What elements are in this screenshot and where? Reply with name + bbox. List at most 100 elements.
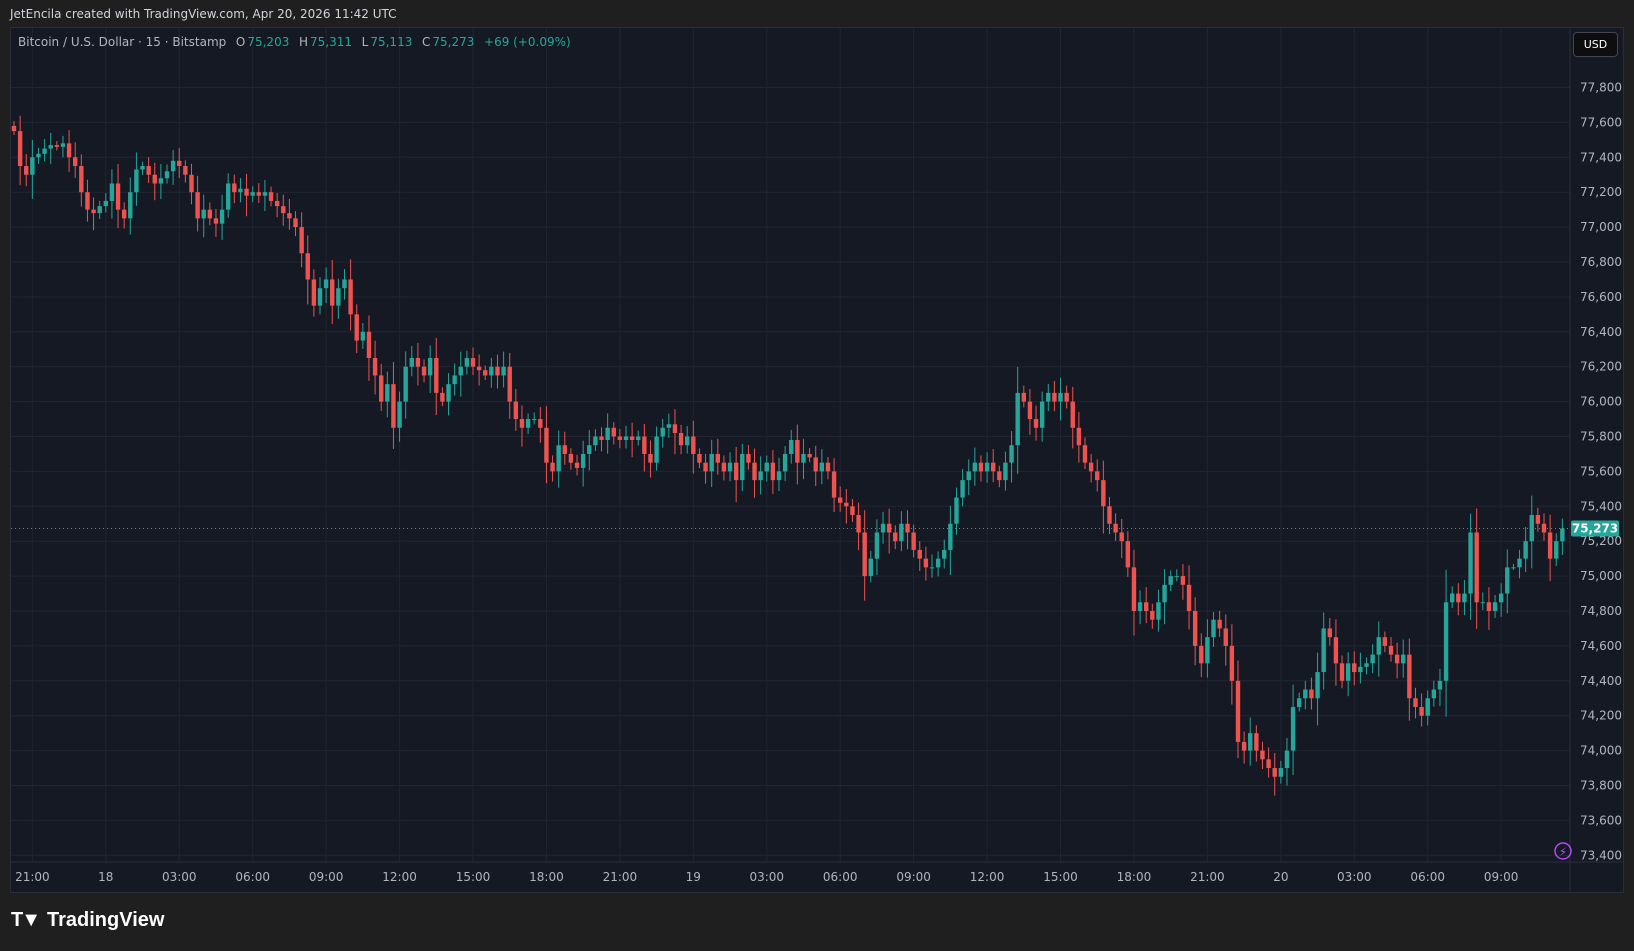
- candle-up: [409, 357, 414, 367]
- candle-down: [997, 471, 1002, 481]
- candle-down: [79, 166, 84, 193]
- candle-up: [960, 480, 965, 498]
- candle-up: [1015, 392, 1020, 446]
- candle-up: [1003, 462, 1008, 481]
- candle-up: [1443, 602, 1449, 681]
- price-tick-label: 76,200: [1580, 360, 1622, 374]
- candle-down: [1144, 602, 1149, 611]
- low-label: L: [361, 35, 369, 49]
- candle-down: [287, 213, 292, 219]
- high-label: H: [298, 35, 309, 49]
- tradingview-logo[interactable]: T▼ TradingView: [11, 909, 164, 932]
- candle-up: [1321, 628, 1326, 673]
- price-tick-label: 76,800: [1580, 255, 1622, 269]
- time-tick-label: 03:00: [1337, 870, 1372, 884]
- candle-down: [1419, 706, 1424, 716]
- candle-up: [446, 384, 451, 402]
- candle-up: [427, 357, 433, 376]
- candle-down: [733, 462, 739, 481]
- symbol-legend: Bitcoin / U.S. Dollar · 15 · Bitstamp O7…: [18, 35, 573, 49]
- candle-up: [103, 200, 108, 207]
- candle-down: [1107, 506, 1112, 524]
- candle-down: [281, 206, 286, 214]
- candle-up: [385, 384, 390, 402]
- candle-down: [379, 375, 384, 402]
- candle-down: [752, 462, 757, 481]
- candle-up: [929, 567, 935, 569]
- candle-up: [403, 366, 408, 402]
- candle-down: [1382, 637, 1388, 646]
- candle-up: [97, 206, 102, 214]
- time-tick-label: 06:00: [235, 870, 270, 884]
- candle-down: [1407, 654, 1412, 699]
- candle-down: [91, 209, 96, 214]
- lightning-icon: ⚡: [1559, 845, 1567, 859]
- candle-up: [238, 188, 243, 193]
- price-tick-label: 74,600: [1580, 639, 1622, 653]
- candle-up: [1315, 672, 1320, 699]
- candle-up: [60, 143, 66, 147]
- candle-up: [776, 471, 782, 481]
- candle-up: [501, 366, 506, 376]
- candle-down: [978, 462, 984, 472]
- candle-up: [1523, 541, 1528, 559]
- candle-up: [1156, 602, 1161, 620]
- candle-up: [226, 183, 231, 210]
- candle-down: [697, 453, 702, 463]
- candle-up: [1437, 680, 1443, 690]
- candle-down: [17, 131, 23, 167]
- candle-down: [807, 453, 812, 458]
- price-tick-label: 74,400: [1580, 674, 1622, 688]
- candle-down: [1199, 645, 1204, 664]
- candlestick-chart[interactable]: 77,800 77,600 77,400 77,200 77,000 76,800 76,6…: [0, 0, 1634, 951]
- candle-down: [813, 457, 818, 472]
- candle-down: [1352, 663, 1357, 673]
- candle-up: [36, 153, 41, 158]
- candle-down: [1070, 401, 1075, 428]
- candle-down: [1088, 462, 1094, 472]
- symbol-title[interactable]: Bitcoin / U.S. Dollar · 15 · Bitstamp: [18, 35, 226, 49]
- candle-up: [899, 523, 904, 542]
- candle-up: [1505, 567, 1510, 594]
- candle-up: [1431, 689, 1437, 699]
- candle-up: [954, 497, 959, 524]
- price-tick-label: 77,200: [1580, 185, 1622, 199]
- candle-up: [1560, 528, 1565, 542]
- currency-button[interactable]: USD: [1573, 32, 1618, 57]
- candle-down: [715, 453, 720, 463]
- price-tick-label: 77,600: [1580, 115, 1622, 129]
- candle-down: [923, 558, 929, 568]
- price-tick-label: 77,400: [1580, 150, 1622, 164]
- time-tick-label: 03:00: [749, 870, 784, 884]
- candle-up: [397, 401, 402, 428]
- candle-down: [1413, 698, 1418, 707]
- candle-down: [121, 209, 127, 219]
- candle-down: [421, 366, 427, 376]
- open-label: O: [235, 35, 246, 49]
- candle-up: [170, 160, 176, 172]
- candle-up: [1174, 576, 1179, 578]
- time-tick-label: 09:00: [896, 870, 931, 884]
- candle-down: [274, 200, 280, 207]
- candle-up: [819, 462, 825, 472]
- candle-up: [758, 471, 763, 481]
- candle-down: [152, 174, 157, 184]
- open-value: 75,203: [247, 35, 290, 49]
- candle-up: [1450, 593, 1455, 603]
- candle-down: [476, 366, 482, 371]
- candle-up: [1009, 445, 1014, 463]
- candle-down: [678, 433, 684, 446]
- candle-up: [984, 462, 990, 472]
- candle-down: [893, 532, 898, 542]
- candle-down: [838, 497, 843, 503]
- time-tick-label: 18: [98, 870, 113, 884]
- candle-down: [538, 419, 543, 428]
- candle-down: [629, 436, 635, 440]
- candle-down: [366, 331, 372, 358]
- change-value: +69 (+0.09%): [484, 35, 571, 49]
- candle-up: [250, 192, 255, 196]
- candle-down: [991, 462, 996, 472]
- candle-down: [562, 445, 567, 454]
- price-tick-label: 77,800: [1580, 81, 1622, 95]
- close-label: C: [421, 35, 431, 49]
